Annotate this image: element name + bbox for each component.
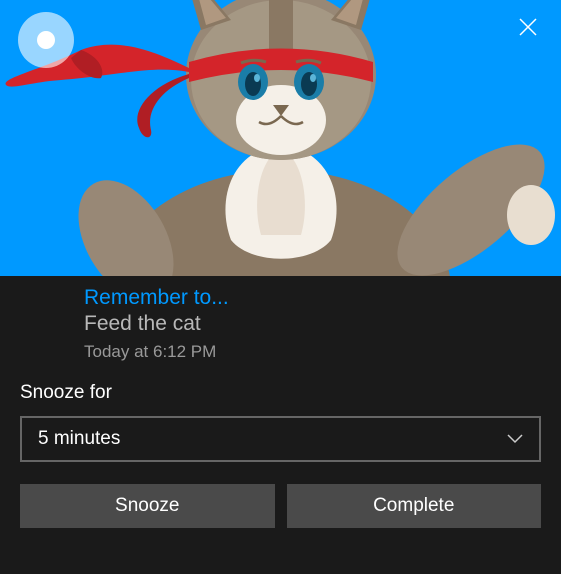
cortana-icon (18, 12, 74, 68)
complete-button[interactable]: Complete (287, 484, 542, 528)
reminder-block: Remember to... Feed the cat Today at 6:1… (20, 286, 541, 362)
close-icon (519, 18, 537, 36)
content-section: Remember to... Feed the cat Today at 6:1… (0, 276, 561, 548)
cat-illustration (1, 0, 561, 276)
chevron-down-icon (507, 428, 523, 450)
close-button[interactable] (513, 12, 543, 42)
reminder-heading: Remember to... (84, 286, 541, 310)
snooze-button[interactable]: Snooze (20, 484, 275, 528)
reminder-title: Feed the cat (84, 312, 541, 336)
snooze-dropdown-value: 5 minutes (38, 428, 120, 450)
snooze-label: Snooze for (20, 382, 541, 404)
snooze-dropdown[interactable]: 5 minutes (20, 416, 541, 462)
button-row: Snooze Complete (20, 484, 541, 528)
cortana-dot (37, 31, 55, 49)
reminder-time: Today at 6:12 PM (84, 342, 541, 362)
hero-section (0, 0, 561, 276)
